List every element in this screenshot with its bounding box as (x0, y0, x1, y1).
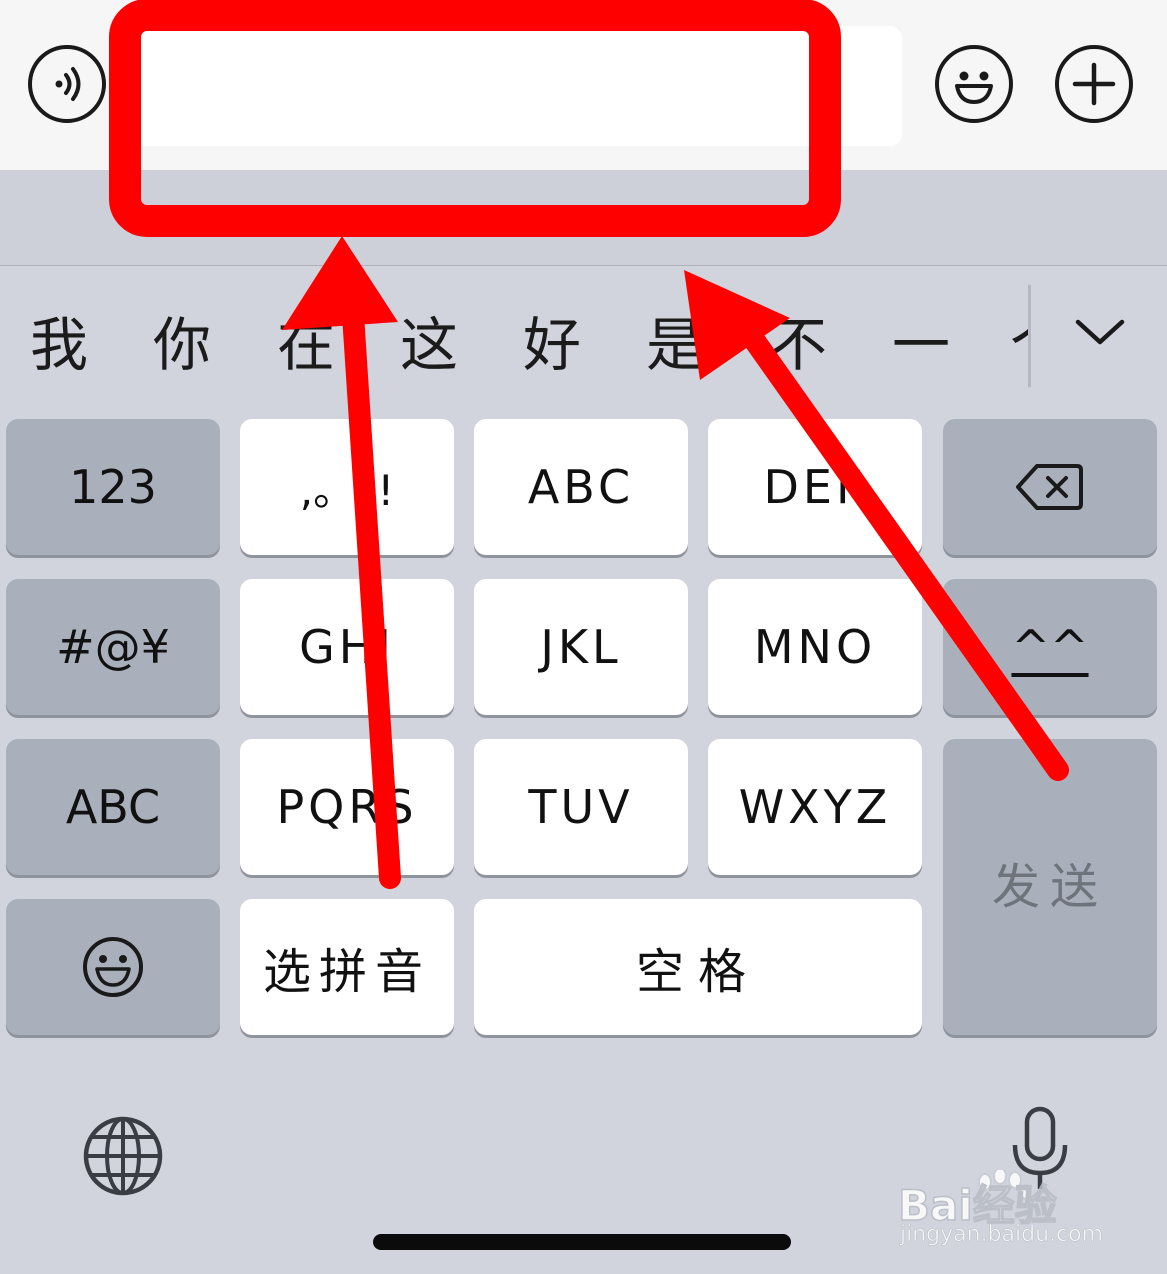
key-label: MNO (753, 620, 877, 674)
key-punctuation[interactable]: ,。?! (240, 419, 454, 555)
key-label: ABC (527, 460, 635, 514)
send-label: 发送 (991, 859, 1108, 915)
emoji-icon (955, 71, 993, 104)
voice-button[interactable] (28, 45, 106, 123)
key-numbers[interactable]: 123 (6, 419, 220, 555)
watermark-url: jingyan.baidu.com (900, 1222, 1104, 1248)
key-def[interactable]: DEF (708, 419, 922, 555)
candidate-item[interactable]: 这 (400, 310, 458, 380)
candidate-divider (1028, 285, 1031, 387)
home-indicator (373, 1234, 791, 1250)
send-button[interactable]: 发送 (943, 739, 1157, 1035)
emoji-icon (83, 937, 143, 997)
message-input[interactable] (122, 26, 902, 146)
key-ghi[interactable]: GHI (240, 579, 454, 715)
key-label: GHI (299, 620, 395, 674)
backspace-key[interactable] (943, 419, 1157, 555)
add-button[interactable] (1055, 45, 1133, 123)
chevron-down-icon (1075, 319, 1125, 345)
key-label: PQRS (276, 780, 418, 834)
key-label: DEF (763, 460, 867, 514)
key-mno[interactable]: MNO (708, 579, 922, 715)
key-tuv[interactable]: TUV (474, 739, 688, 875)
candidate-item[interactable]: 是 (646, 310, 704, 380)
key-label: 空格 (635, 944, 760, 1000)
key-label: JKL (540, 620, 622, 674)
key-label: ABC (65, 780, 161, 834)
candidate-item[interactable]: 在 (277, 310, 335, 380)
candidate-item[interactable]: 一 (892, 310, 950, 380)
expand-candidates-button[interactable] (1072, 312, 1128, 352)
baidu-watermark: Bai经验 jingyan.baidu.com (890, 1167, 1130, 1260)
chat-input-bar (0, 0, 1167, 170)
key-pqrs[interactable]: PQRS (240, 739, 454, 875)
globe-button[interactable] (82, 1115, 164, 1197)
candidate-item[interactable]: 个 (1010, 310, 1030, 380)
plus-icon (1072, 62, 1116, 106)
key-emoji[interactable] (6, 899, 220, 1035)
emoji-button[interactable] (935, 45, 1013, 123)
key-label: TUV (528, 780, 634, 834)
candidate-item[interactable]: 你 (153, 310, 211, 380)
voice-icon (55, 67, 81, 101)
candidate-item[interactable]: 不 (769, 310, 827, 380)
candidate-item[interactable]: 我 (30, 310, 88, 380)
candidate-item[interactable]: 好 (523, 310, 581, 380)
globe-icon (83, 1116, 163, 1196)
key-label: ,。?! (299, 465, 395, 515)
key-wxyz[interactable]: WXYZ (708, 739, 922, 875)
key-kaomoji[interactable]: ^^ (943, 579, 1157, 715)
key-select-pinyin[interactable]: 选拼音 (240, 899, 454, 1035)
key-symbols[interactable]: #@¥ (6, 579, 220, 715)
key-label: 选拼音 (262, 944, 431, 1000)
backspace-icon (1016, 464, 1083, 510)
key-label: #@¥ (56, 620, 170, 674)
key-label: WXYZ (738, 780, 892, 834)
space-key[interactable]: 空格 (474, 899, 922, 1035)
keyboard-top-area (0, 170, 1167, 266)
key-label: ^^ (1011, 620, 1089, 674)
key-jkl[interactable]: JKL (474, 579, 688, 715)
key-english-mode[interactable]: ABC (6, 739, 220, 875)
key-abc[interactable]: ABC (474, 419, 688, 555)
key-label: 123 (69, 460, 157, 514)
